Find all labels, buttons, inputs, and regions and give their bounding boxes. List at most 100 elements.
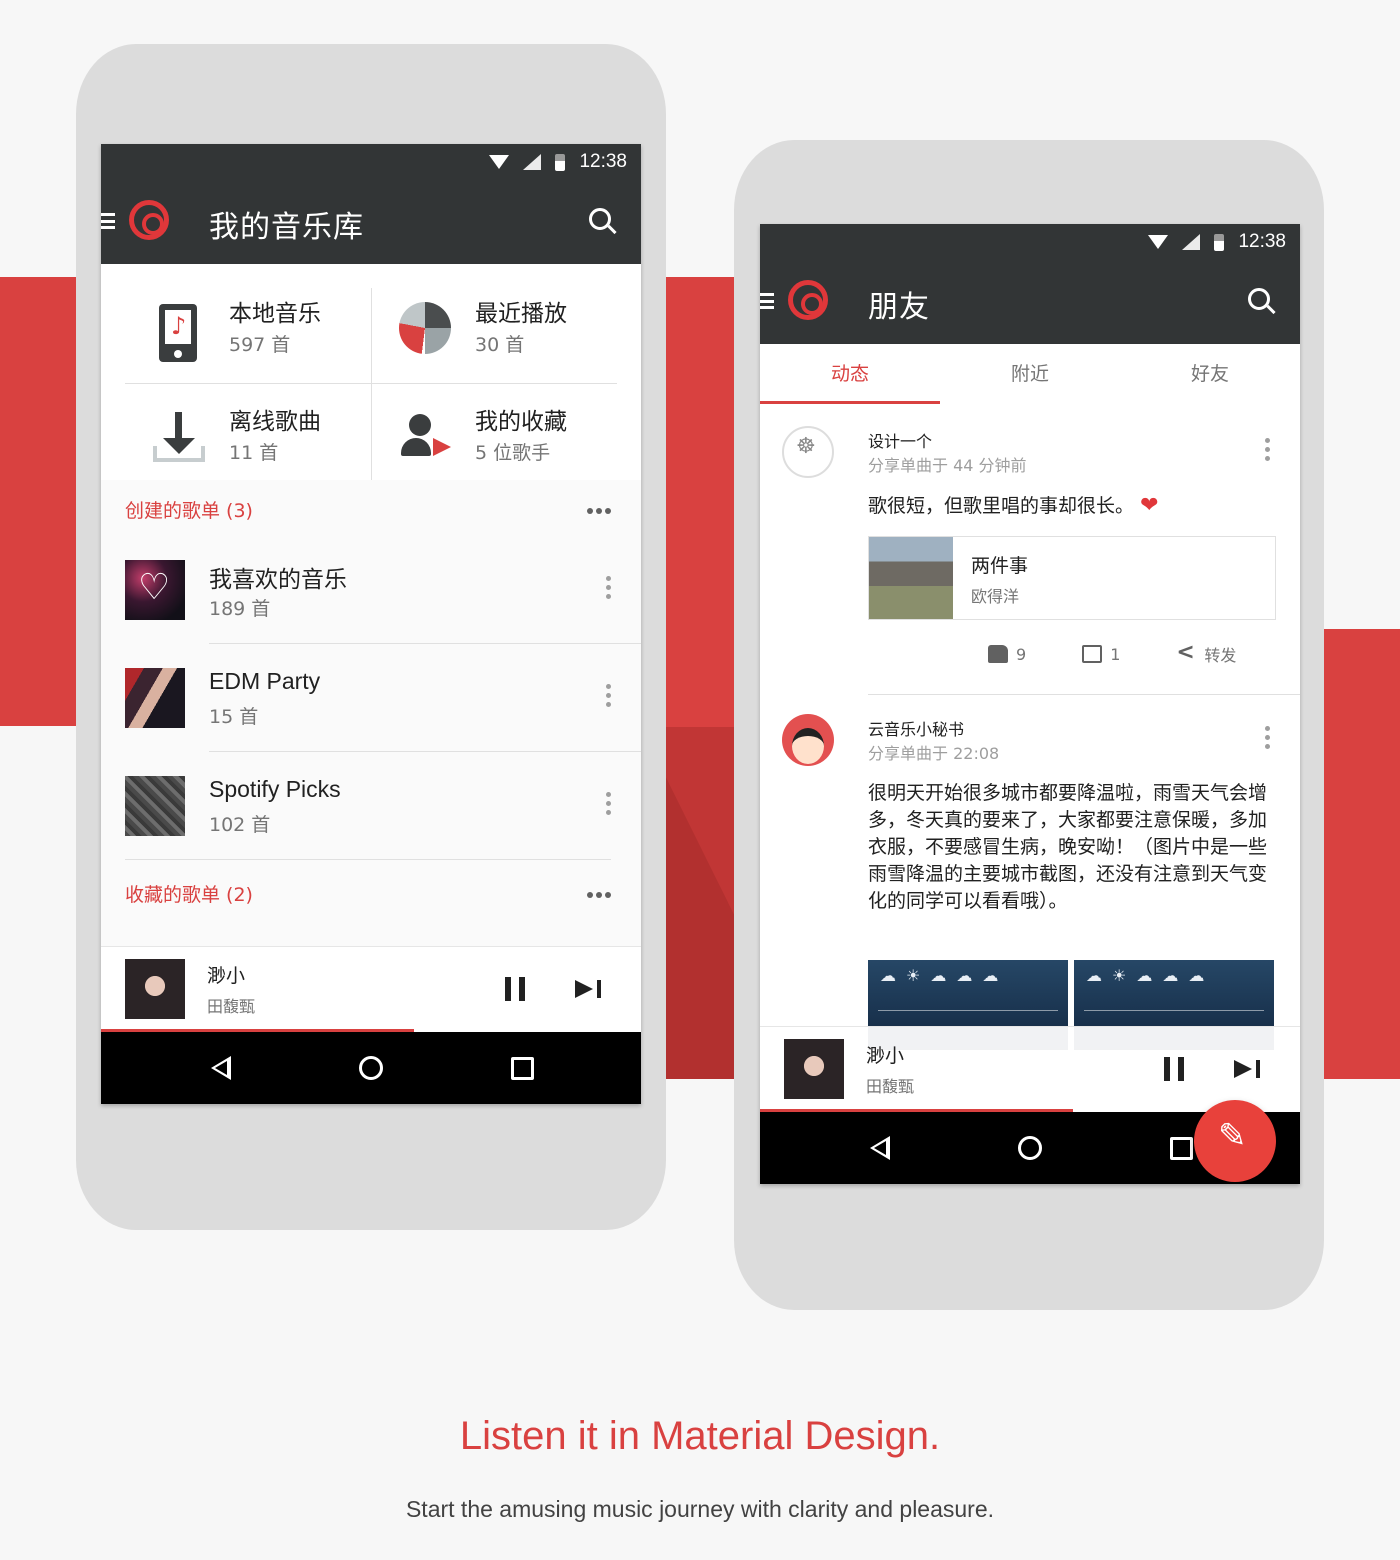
playlist-row[interactable]: Spotify Picks 102 首 xyxy=(101,752,641,860)
more-vert-icon[interactable] xyxy=(606,684,611,707)
collected-playlists-header: 收藏的歌单 (2) xyxy=(101,860,641,916)
back-icon[interactable] xyxy=(870,1136,890,1160)
more-horiz-icon[interactable] xyxy=(587,892,611,898)
pause-icon[interactable] xyxy=(1164,1057,1184,1081)
netease-logo-icon[interactable] xyxy=(788,280,828,320)
wifi-icon xyxy=(489,155,510,169)
share-icon xyxy=(1176,640,1196,665)
subline: Start the amusing music journey with cla… xyxy=(405,1496,995,1522)
now-playing-artist: 田馥甄 xyxy=(207,997,256,1016)
thumb-up-icon xyxy=(988,645,1008,663)
status-bar: 12:38 xyxy=(101,144,641,180)
playlist-row[interactable]: EDM Party 15 首 xyxy=(101,644,641,752)
skip-next-icon[interactable] xyxy=(1234,1060,1260,1078)
home-icon[interactable] xyxy=(1018,1136,1042,1160)
system-nav-bar xyxy=(101,1032,641,1104)
playlist-cover xyxy=(125,560,185,620)
grid-divider xyxy=(125,383,617,384)
avatar[interactable] xyxy=(782,714,834,766)
grid-divider xyxy=(371,288,372,480)
shared-song-card[interactable]: 两件事 欧得洋 xyxy=(868,536,1276,620)
comment-button[interactable]: 1 xyxy=(1082,645,1120,664)
more-vert-icon[interactable] xyxy=(606,576,611,599)
grid-item-recent-play[interactable]: 最近播放 30 首 xyxy=(371,280,617,384)
library-grid: ♪ 本地音乐 597 首 最近播放 30 首 离线歌曲 11 首 我的收藏 5 … xyxy=(101,264,641,480)
page-title: 我的音乐库 xyxy=(209,210,364,245)
compose-fab[interactable] xyxy=(1194,1100,1276,1182)
playlist-count: 15 首 xyxy=(209,706,259,728)
home-icon[interactable] xyxy=(359,1056,383,1080)
album-cover xyxy=(784,1039,844,1099)
more-horiz-icon[interactable] xyxy=(587,508,611,514)
battery-icon xyxy=(1214,233,1225,251)
app-bar: 朋友 xyxy=(760,260,1300,344)
menu-icon[interactable] xyxy=(101,213,115,229)
playlist-name: Spotify Picks xyxy=(209,776,341,802)
created-playlists-header: 创建的歌单 (3) xyxy=(101,480,641,536)
playlist-count: 189 首 xyxy=(209,598,271,620)
tagline: Listen it in Material Design. xyxy=(459,1414,941,1458)
avatar[interactable] xyxy=(782,426,834,478)
shared-song-artist: 欧得洋 xyxy=(971,587,1020,606)
tab-feed[interactable]: 动态 xyxy=(760,344,940,404)
post-username[interactable]: 设计一个 xyxy=(868,428,932,452)
tab-nearby[interactable]: 附近 xyxy=(940,344,1120,404)
battery-icon xyxy=(555,153,566,171)
wifi-icon xyxy=(1148,235,1169,249)
more-vert-icon[interactable] xyxy=(606,792,611,815)
more-vert-icon[interactable] xyxy=(1265,726,1270,749)
skip-next-icon[interactable] xyxy=(575,980,601,998)
now-playing-song: 渺小 xyxy=(207,965,246,987)
status-bar: 12:38 xyxy=(760,224,1300,260)
search-icon[interactable] xyxy=(589,208,611,230)
recents-icon[interactable] xyxy=(1170,1137,1193,1160)
status-time: 12:38 xyxy=(1238,231,1286,252)
netease-logo-icon[interactable] xyxy=(129,200,169,240)
grid-item-count: 5 位歌手 xyxy=(475,442,551,464)
shared-song-title: 两件事 xyxy=(971,555,1029,577)
more-vert-icon[interactable] xyxy=(1265,438,1270,461)
like-button[interactable]: 9 xyxy=(988,645,1026,664)
grid-item-label: 本地音乐 xyxy=(229,301,321,327)
grid-item-local-music[interactable]: 本地音乐 597 首 xyxy=(125,280,371,384)
now-playing-artist: 田馥甄 xyxy=(866,1077,915,1096)
signal-icon xyxy=(523,154,542,170)
recents-icon[interactable] xyxy=(511,1057,534,1080)
app-bar: 我的音乐库 xyxy=(101,180,641,264)
comment-count: 1 xyxy=(1110,644,1121,664)
grid-item-favorites[interactable]: 我的收藏 5 位歌手 xyxy=(371,388,617,492)
share-label: 转发 xyxy=(1204,646,1237,665)
section-title: 创建的歌单 (3) xyxy=(125,500,253,522)
music-library-screen: 12:38 我的音乐库 ♪ 本地音乐 597 首 最近播放 30 首 离线歌曲 … xyxy=(101,144,641,1104)
post-text-content: 歌很短，但歌里唱的事却很长。 xyxy=(868,495,1135,517)
search-icon[interactable] xyxy=(1248,288,1270,310)
share-button[interactable]: 转发 xyxy=(1176,640,1237,666)
grid-item-label: 我的收藏 xyxy=(475,409,567,435)
mini-player[interactable]: 渺小 田馥甄 xyxy=(760,1026,1300,1112)
mini-player[interactable]: 渺小 田馥甄 xyxy=(101,946,641,1032)
tab-friends[interactable]: 好友 xyxy=(1120,344,1300,404)
signal-icon xyxy=(1182,234,1201,250)
post-meta: 分享单曲于 44 分钟前 xyxy=(868,456,1027,475)
grid-item-label: 离线歌曲 xyxy=(229,409,321,435)
album-cover xyxy=(125,959,185,1019)
post-text: 很明天开始很多城市都要降温啦，雨雪天气会增多，冬天真的要来了，大家都要注意保暖，… xyxy=(868,782,1268,912)
playlist-name: 我喜欢的音乐 xyxy=(209,566,347,592)
like-count: 9 xyxy=(1016,644,1027,664)
post-actions: 9 1 转发 xyxy=(988,640,1237,666)
playlist-row[interactable]: 我喜欢的音乐 189 首 xyxy=(101,536,641,644)
post-username[interactable]: 云音乐小秘书 xyxy=(868,716,964,740)
tab-bar: 动态 附近 好友 xyxy=(760,344,1300,404)
menu-icon[interactable] xyxy=(760,293,774,309)
playlist-cover xyxy=(125,776,185,836)
grid-item-count: 11 首 xyxy=(229,442,279,464)
friends-screen: 12:38 朋友 动态 附近 好友 设计一个 分享单曲于 44 分钟前 歌很短，… xyxy=(760,224,1300,1184)
section-title: 收藏的歌单 (2) xyxy=(125,884,253,906)
pause-icon[interactable] xyxy=(505,977,525,1001)
grid-item-offline[interactable]: 离线歌曲 11 首 xyxy=(125,388,371,492)
back-icon[interactable] xyxy=(211,1056,231,1080)
post-divider xyxy=(868,694,1300,695)
grid-item-count: 597 首 xyxy=(229,334,291,356)
grid-item-count: 30 首 xyxy=(475,334,525,356)
playlist-name: EDM Party xyxy=(209,668,321,694)
